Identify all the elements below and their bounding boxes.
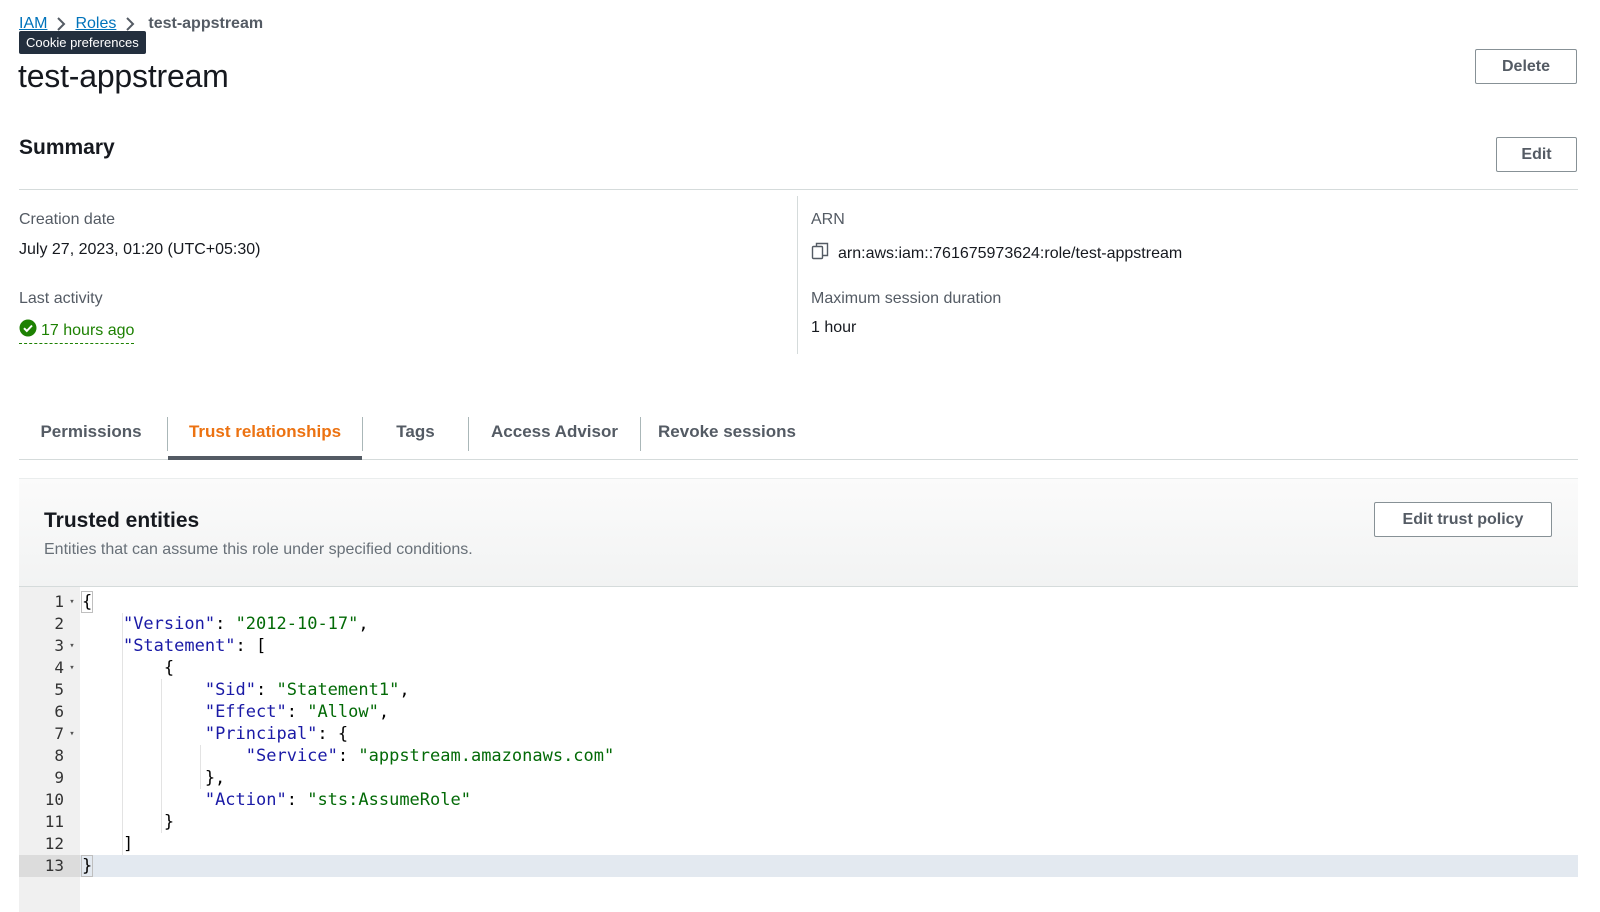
- last-activity-text: 17 hours ago: [41, 321, 135, 339]
- effect-key: "Effect": [204, 702, 287, 722]
- cookie-preferences-tooltip[interactable]: Cookie preferences: [19, 31, 146, 54]
- creation-date-value: July 27, 2023, 01:20 (UTC+05:30): [19, 241, 261, 258]
- fold-arrow-icon[interactable]: ▾: [67, 591, 77, 613]
- action-key: "Action": [204, 790, 287, 810]
- line-number: 6: [54, 702, 64, 721]
- code-line: 2 "Version": "2012-10-17",: [19, 613, 1578, 635]
- line-number: 10: [44, 790, 64, 809]
- code-line: 10 "Action": "sts:AssumeRole": [19, 789, 1578, 811]
- summary-divider: [19, 189, 1578, 190]
- page-title: test-appstream: [18, 58, 229, 94]
- line-number: 5: [54, 680, 64, 699]
- fold-arrow-icon[interactable]: ▾: [67, 657, 77, 679]
- sid-value: "Statement1": [276, 680, 400, 700]
- breadcrumb-current: test-appstream: [148, 15, 264, 32]
- edit-trust-policy-button[interactable]: Edit trust policy: [1374, 502, 1552, 537]
- line-number: 13: [19, 855, 80, 877]
- creation-date-label: Creation date: [19, 211, 116, 228]
- effect-value: "Allow": [307, 702, 379, 722]
- max-session-duration-label: Maximum session duration: [811, 290, 1002, 307]
- tab-permissions[interactable]: Permissions: [25, 405, 157, 459]
- code-line: 11 }: [19, 811, 1578, 833]
- trusted-entities-description: Entities that can assume this role under…: [44, 541, 473, 558]
- copy-icon[interactable]: [811, 242, 829, 265]
- trusted-entities-panel: Trusted entities Entities that can assum…: [19, 478, 1578, 912]
- tab-revoke-sessions[interactable]: Revoke sessions: [641, 405, 813, 459]
- principal-key: "Principal": [204, 724, 318, 744]
- summary-heading: Summary: [19, 136, 115, 159]
- code-line: 4 ▾ {: [19, 657, 1578, 679]
- line-number: 8: [54, 746, 64, 765]
- delete-button[interactable]: Delete: [1475, 49, 1577, 84]
- line-number: 9: [54, 768, 64, 787]
- success-check-icon: [19, 319, 37, 342]
- line-number: 2: [54, 614, 64, 633]
- action-value: "sts:AssumeRole": [307, 790, 471, 810]
- version-key: "Version": [122, 614, 216, 634]
- edit-button[interactable]: Edit: [1496, 137, 1577, 172]
- sid-key: "Sid": [204, 680, 257, 700]
- code-line: 1 ▾ {: [19, 591, 1578, 613]
- code-line: 7 ▾ "Principal": {: [19, 723, 1578, 745]
- code-line: 3 ▾ "Statement": [: [19, 635, 1578, 657]
- trusted-entities-header: Trusted entities Entities that can assum…: [19, 479, 1578, 587]
- arn-value: arn:aws:iam::761675973624:role/test-apps…: [811, 242, 1182, 265]
- active-tab-indicator: [168, 456, 362, 460]
- trusted-entities-heading: Trusted entities: [44, 509, 200, 532]
- code-line: 12 ]: [19, 833, 1578, 855]
- statement-key: "Statement": [122, 636, 236, 656]
- tab-tags[interactable]: Tags: [363, 405, 468, 459]
- service-value: "appstream.amazonaws.com": [358, 746, 615, 766]
- service-key: "Service": [245, 746, 338, 766]
- line-number: 12: [44, 834, 64, 853]
- line-number: 11: [44, 812, 64, 831]
- code-line: 6 "Effect": "Allow",: [19, 701, 1578, 723]
- tab-trust-relationships[interactable]: Trust relationships: [168, 405, 362, 459]
- tab-access-advisor[interactable]: Access Advisor: [469, 405, 640, 459]
- code-line: 8 "Service": "appstream.amazonaws.com": [19, 745, 1578, 767]
- role-tabs: Permissions Trust relationships Tags Acc…: [19, 405, 1578, 460]
- summary-column-divider: [797, 196, 798, 354]
- version-value: "2012-10-17": [235, 614, 359, 634]
- fold-arrow-icon[interactable]: ▾: [67, 635, 77, 657]
- last-activity-label: Last activity: [19, 290, 103, 307]
- max-session-duration-value: 1 hour: [811, 319, 857, 336]
- code-line: 5 "Sid": "Statement1",: [19, 679, 1578, 701]
- fold-arrow-icon[interactable]: ▾: [67, 723, 77, 745]
- code-line-active: 13 }: [19, 855, 1578, 877]
- trust-policy-editor[interactable]: 1 ▾ { 2 "Version": "2012-10-17", 3 ▾ "St…: [19, 587, 1578, 912]
- code-line: 9 },: [19, 767, 1578, 789]
- last-activity-value[interactable]: 17 hours ago: [19, 319, 135, 344]
- arn-text: arn:aws:iam::761675973624:role/test-apps…: [838, 244, 1183, 262]
- arn-label: ARN: [811, 211, 845, 228]
